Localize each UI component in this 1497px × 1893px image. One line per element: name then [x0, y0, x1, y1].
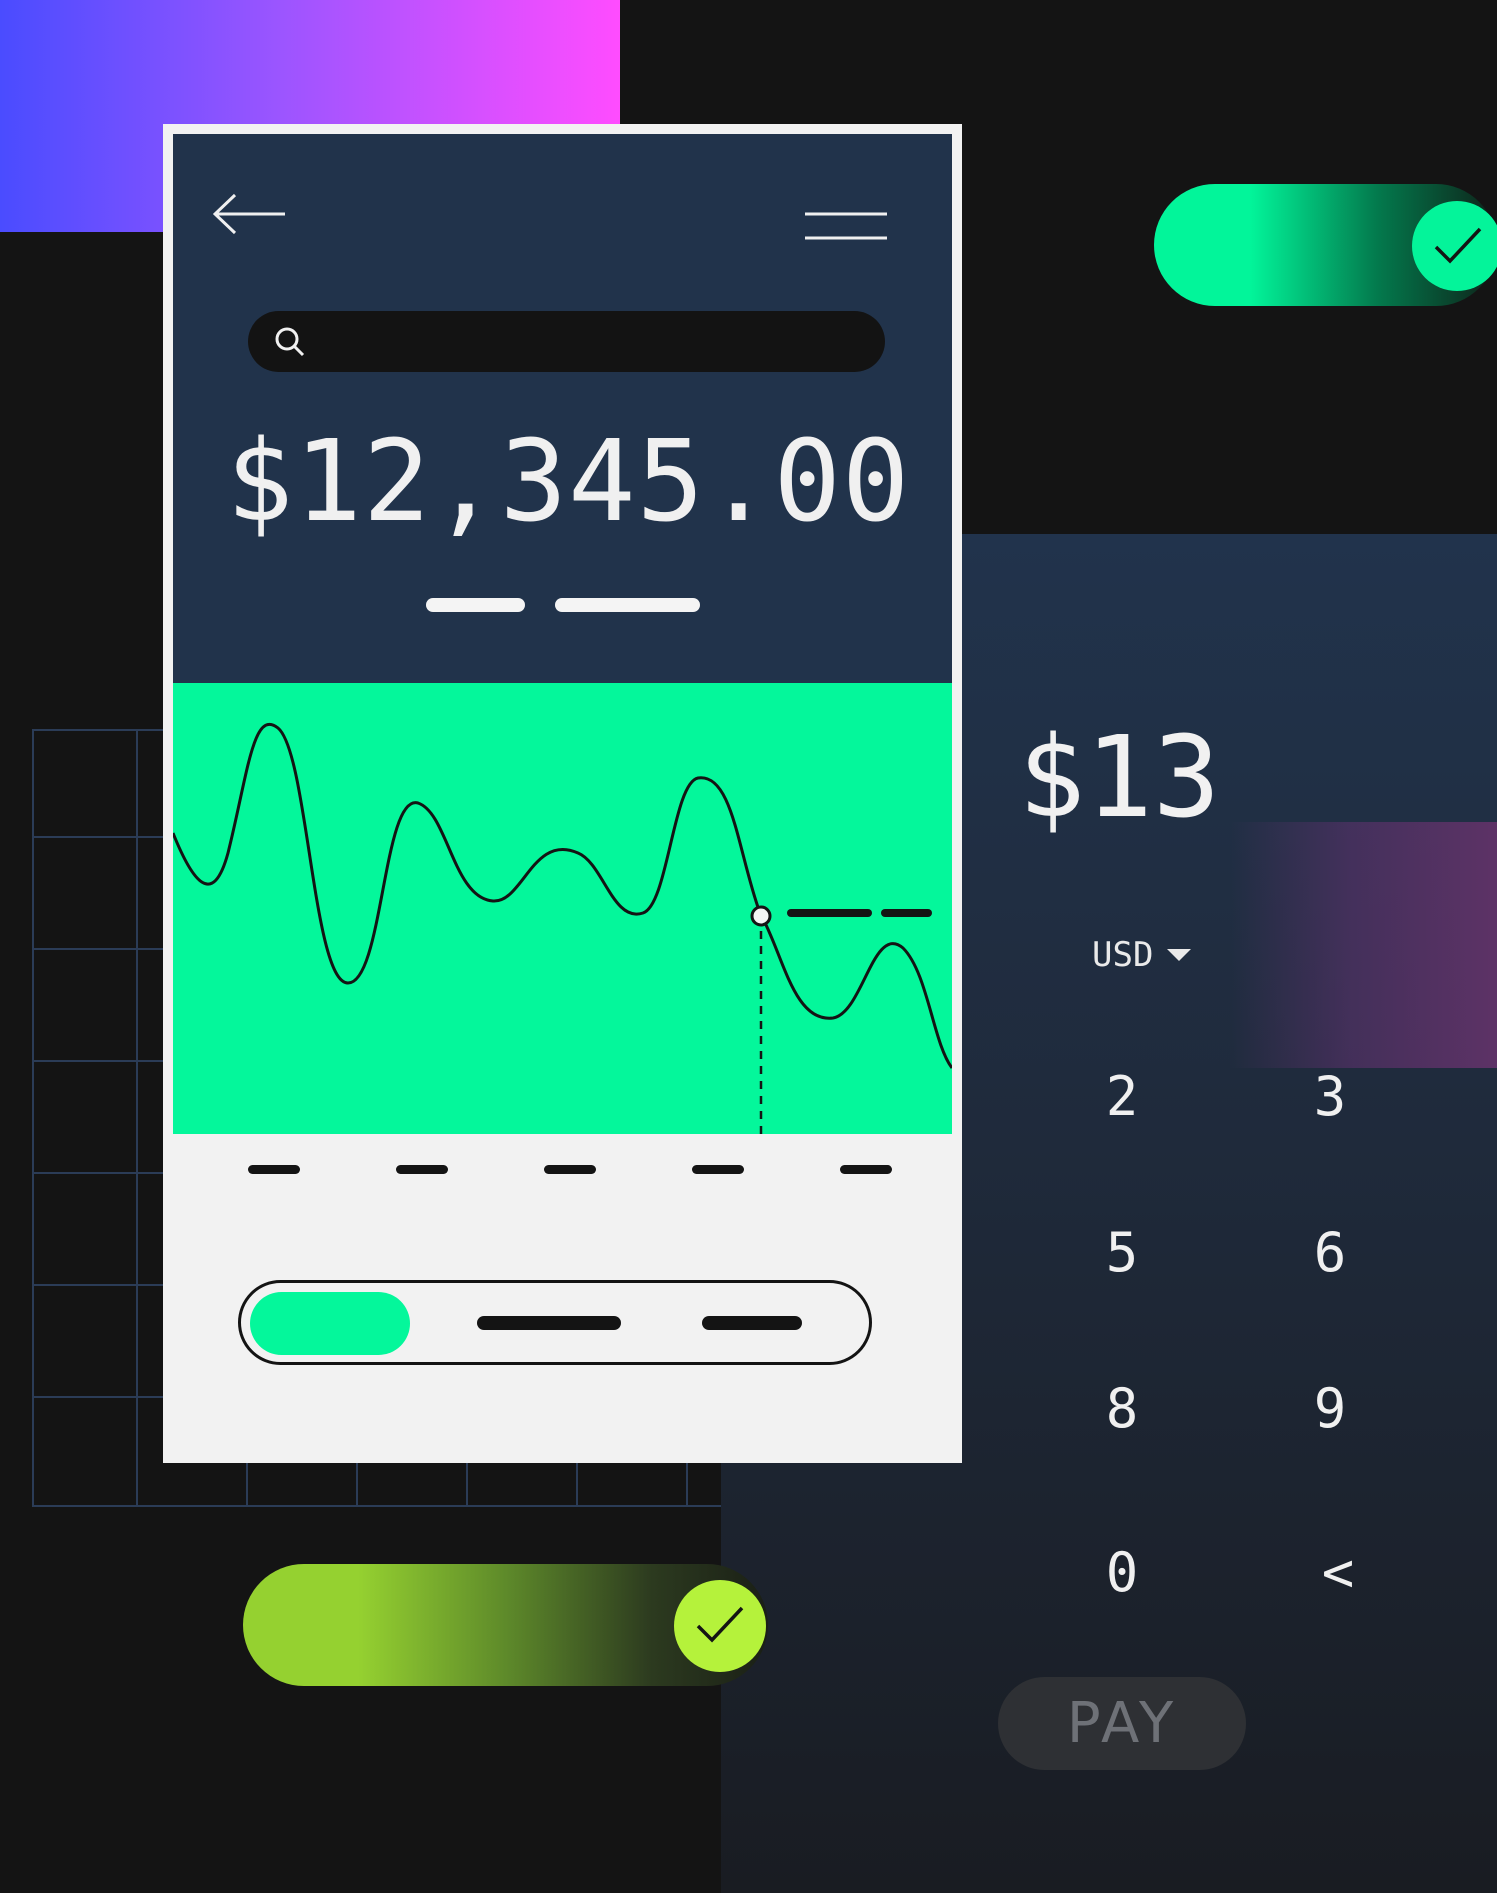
menu-icon[interactable]	[805, 210, 887, 242]
axis-tick-placeholder	[544, 1165, 596, 1174]
pay-button[interactable]: PAY	[998, 1677, 1246, 1770]
key-3[interactable]: 3	[1270, 1070, 1390, 1124]
key-8[interactable]: 8	[1062, 1382, 1182, 1436]
key-5[interactable]: 5	[1062, 1226, 1182, 1280]
currency-label: USD	[1092, 935, 1154, 975]
segmented-control	[238, 1280, 872, 1365]
chevron-down-icon	[1167, 949, 1192, 961]
axis-tick-placeholder	[692, 1165, 744, 1174]
key-0[interactable]: 0	[1062, 1546, 1182, 1600]
placeholder-bar	[555, 598, 700, 612]
key-backspace[interactable]: <	[1278, 1546, 1398, 1600]
toggle-switch[interactable]	[1154, 184, 1497, 306]
toggle-switch[interactable]	[243, 1564, 768, 1686]
axis-tick-placeholder	[840, 1165, 892, 1174]
chart-marker-point	[750, 905, 772, 927]
back-arrow-icon[interactable]	[213, 193, 285, 235]
segment-option-active[interactable]	[250, 1292, 410, 1355]
check-icon	[696, 1606, 744, 1643]
axis-tick-placeholder	[396, 1165, 448, 1174]
check-icon	[1434, 227, 1482, 264]
toggle-knob	[1412, 201, 1497, 291]
toggle-knob	[674, 1580, 766, 1672]
balance-amount: $12,345.00	[226, 417, 911, 547]
entered-amount: $13	[1018, 713, 1221, 843]
segment-option[interactable]	[702, 1316, 802, 1330]
key-6[interactable]: 6	[1270, 1226, 1390, 1280]
segment-option[interactable]	[477, 1316, 621, 1330]
search-icon	[275, 327, 305, 357]
glow-decoration	[1230, 822, 1497, 1068]
search-input[interactable]	[248, 311, 885, 372]
chart-line	[173, 722, 952, 1069]
currency-select[interactable]: USD	[1092, 935, 1192, 975]
axis-tick-placeholder	[248, 1165, 300, 1174]
key-2[interactable]: 2	[1062, 1070, 1182, 1124]
key-9[interactable]: 9	[1270, 1382, 1390, 1436]
placeholder-bar	[426, 598, 525, 612]
line-chart	[173, 683, 952, 1134]
